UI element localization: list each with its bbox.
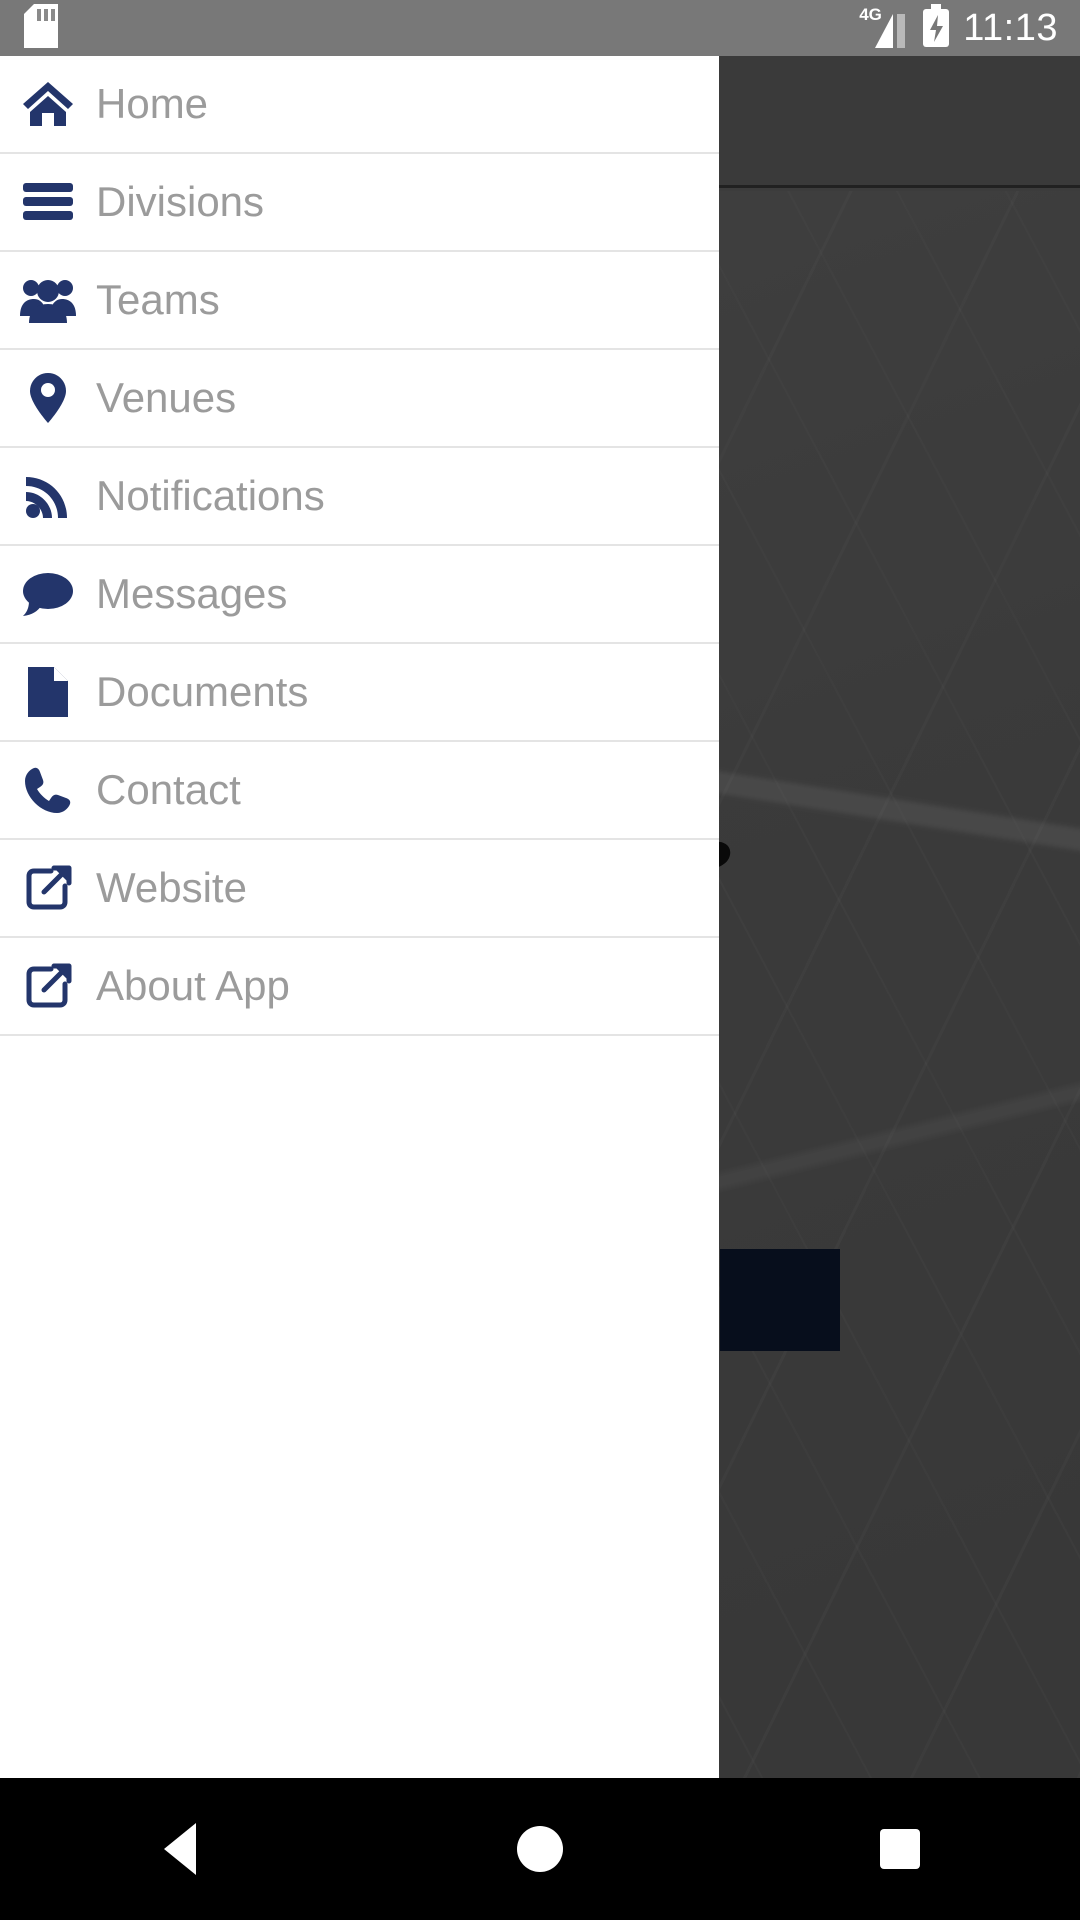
drawer-item-website[interactable]: Website [0,840,719,938]
status-bar: 4G 11:13 [0,0,1080,56]
users-group-icon [0,251,96,349]
drawer-item-divisions[interactable]: Divisions [0,154,719,252]
external-link-icon [0,839,96,937]
drawer-item-label: Contact [96,766,241,813]
android-navigation-bar [0,1778,1080,1920]
list-bars-icon [0,153,96,251]
drawer-item-documents[interactable]: Documents [0,644,719,742]
drawer-item-label: Home [96,80,209,127]
sd-card-icon [24,3,58,53]
recents-button[interactable] [720,1778,1080,1920]
drawer-item-notifications[interactable]: Notifications [0,448,719,546]
drawer-item-messages[interactable]: Messages [0,546,719,644]
drawer-item-venues[interactable]: Venues [0,350,719,448]
recents-square-icon [880,1829,920,1869]
speech-bubble-icon [0,545,96,643]
drawer-item-label: Notifications [96,472,325,519]
rss-feed-icon [0,447,96,545]
phone-icon [0,741,96,839]
external-link-icon [0,937,96,1035]
drawer-item-label: Documents [96,668,309,715]
drawer-item-label: Divisions [96,178,265,225]
home-icon [0,56,96,153]
home-circle-icon [517,1826,563,1872]
drawer-item-label: Venues [96,374,237,421]
map-pin-icon [0,349,96,447]
drawer-item-label: Teams [96,276,220,323]
status-bar-right-cluster: 4G 11:13 [859,3,1080,53]
drawer-item-label: Messages [96,570,288,617]
drawer-item-teams[interactable]: Teams [0,252,719,350]
document-page-icon [0,643,96,741]
navigation-drawer[interactable]: Home Divisions Teams Venues Notification… [0,56,719,1778]
back-triangle-icon [164,1823,196,1875]
signal-bars-icon: 4G [859,6,909,48]
battery-charging-icon [921,3,951,53]
drawer-item-label: About App [96,962,290,1009]
drawer-item-label: Website [96,864,247,911]
status-bar-clock: 11:13 [963,7,1058,49]
drawer-item-home[interactable]: Home [0,56,719,154]
home-button[interactable] [360,1778,720,1920]
back-button[interactable] [0,1778,360,1920]
drawer-item-contact[interactable]: Contact [0,742,719,840]
drawer-item-about-app[interactable]: About App [0,938,719,1036]
